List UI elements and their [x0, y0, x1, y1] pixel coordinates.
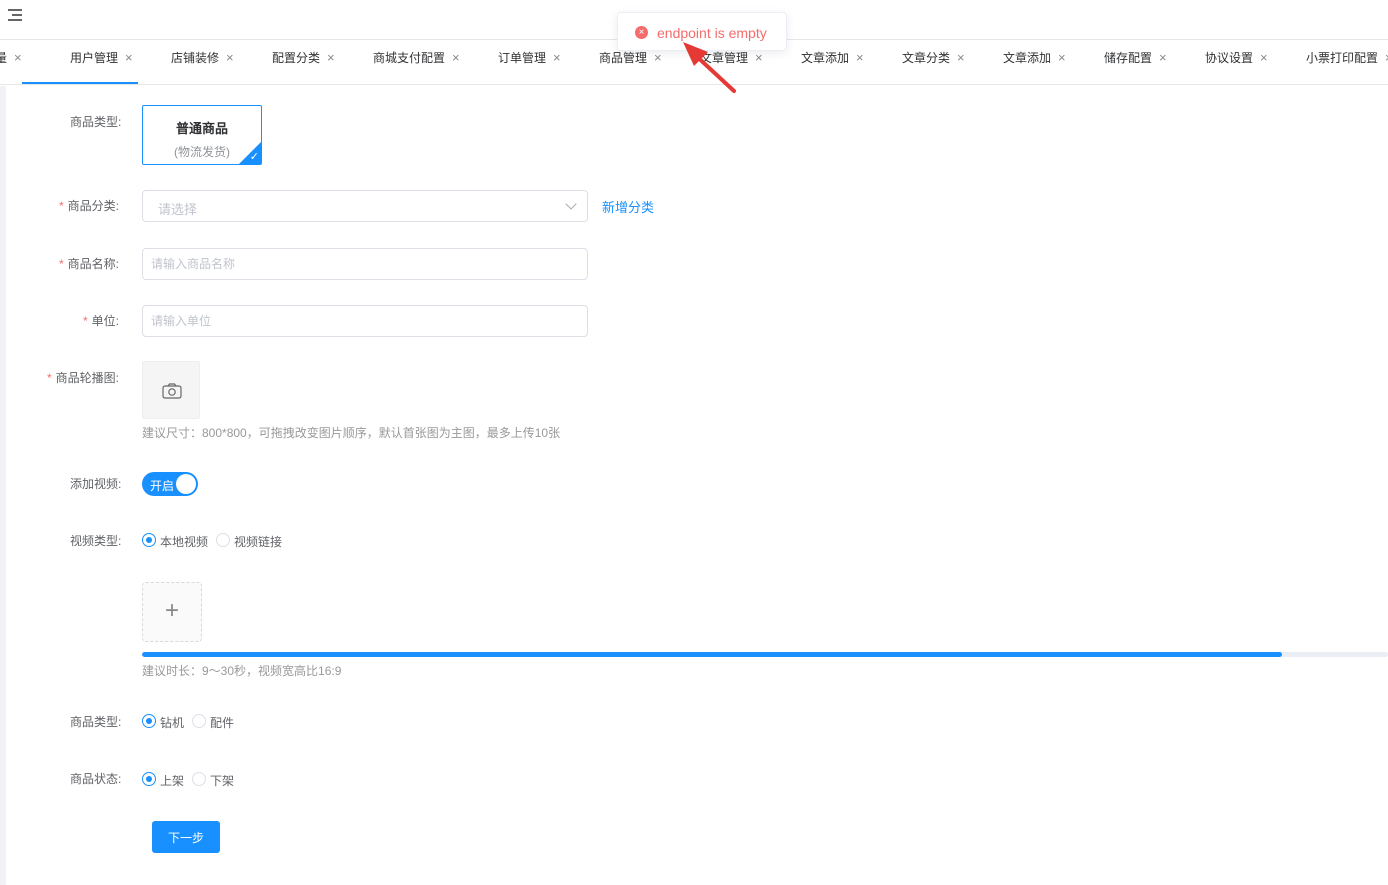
radio-dot: [142, 533, 156, 547]
product-type-label: 商品类型:: [70, 115, 122, 129]
tab-label: 小票打印配置: [1306, 51, 1379, 65]
error-toast: × endpoint is empty: [617, 12, 787, 51]
close-icon[interactable]: ×: [452, 40, 460, 76]
video-upload-progress: [142, 652, 1388, 657]
radio-label: 视频链接: [234, 535, 283, 549]
product-type-card-normal[interactable]: 普通商品 (物流发货) ✓: [142, 105, 262, 165]
tab-storage-config[interactable]: 储存配置 ×: [1104, 40, 1167, 84]
unit-label: * 单位:: [83, 312, 119, 329]
tab-user-management[interactable]: 用户管理 ×: [70, 40, 133, 84]
tab-receipt-print-config[interactable]: 小票打印配置×: [1306, 40, 1388, 84]
radio-video-link[interactable]: 视频链接: [216, 532, 286, 549]
name-label-text: 商品名称:: [67, 257, 120, 271]
radio-label: 下架: [210, 774, 235, 788]
close-icon[interactable]: ×: [553, 40, 561, 76]
tab-label: 协议设置: [1205, 51, 1254, 65]
tab-agreement-settings[interactable]: 协议设置 ×: [1205, 40, 1268, 84]
tab-label: 量: [0, 51, 7, 65]
unit-label-text: 单位:: [91, 314, 120, 328]
product-name-input[interactable]: [142, 248, 588, 280]
radio-off-shelf[interactable]: 下架: [192, 771, 238, 788]
name-label: * 商品名称:: [59, 255, 119, 272]
camera-icon: [162, 383, 182, 399]
tab-shop-decoration[interactable]: 店铺装修 ×: [171, 40, 234, 84]
status-label: 商品状态:: [70, 772, 122, 786]
tab-config-category[interactable]: 配置分类 ×: [272, 40, 335, 84]
switch-knob: [176, 474, 196, 494]
toast-message: endpoint is empty: [657, 25, 767, 41]
tab-payment-config[interactable]: 商城支付配置 ×: [373, 40, 460, 84]
tab-article-add-2[interactable]: 文章添加 ×: [1003, 40, 1066, 84]
close-icon[interactable]: ×: [957, 40, 965, 76]
tab-label: 文章分类: [902, 51, 951, 65]
left-edge: [0, 86, 6, 885]
plus-icon: +: [164, 597, 179, 624]
close-icon[interactable]: ×: [1058, 40, 1066, 76]
radio-label: 本地视频: [160, 535, 209, 549]
product-kind-label: 商品类型:: [70, 715, 122, 729]
close-icon[interactable]: ×: [856, 40, 864, 76]
add-video-label: 添加视频:: [70, 477, 122, 491]
carousel-label-text: 商品轮播图:: [55, 371, 120, 385]
add-category-link[interactable]: 新增分类: [602, 197, 654, 216]
category-select[interactable]: 请选择: [142, 190, 588, 222]
radio-dot: [142, 772, 156, 786]
video-tip: 建议时长：9～30秒，视频宽高比16:9: [142, 664, 342, 678]
type-card-title: 普通商品: [175, 121, 228, 136]
close-icon[interactable]: ×: [327, 40, 335, 76]
tab-label: 用户管理: [70, 51, 119, 65]
radio-label: 上架: [160, 774, 185, 788]
category-label: * 商品分类:: [59, 197, 119, 214]
radio-label: 配件: [210, 716, 235, 730]
active-tab-indicator: [22, 82, 138, 84]
video-type-label: 视频类型:: [70, 534, 122, 548]
tab-label: 文章管理: [700, 51, 749, 65]
close-icon[interactable]: ×: [226, 40, 234, 76]
tab-article-category[interactable]: 文章分类 ×: [902, 40, 965, 84]
tab-label: 店铺装修: [171, 51, 220, 65]
required-mark: *: [47, 371, 52, 385]
radio-dot: [192, 714, 206, 728]
progress-fill: [142, 652, 1283, 657]
carousel-tip: 建议尺寸：800*800，可拖拽改变图片顺序，默认首张图为主图，最多上传10张: [142, 426, 561, 440]
required-mark: *: [59, 257, 64, 271]
check-icon: ✓: [249, 151, 259, 163]
close-icon[interactable]: ×: [125, 40, 133, 76]
radio-dot: [192, 772, 206, 786]
tab-label: 订单管理: [498, 51, 547, 65]
radio-accessory[interactable]: 配件: [192, 713, 238, 730]
category-select-placeholder: 请选择: [158, 202, 198, 217]
radio-dot: [142, 714, 156, 728]
tab-label: 商品管理: [599, 51, 648, 65]
add-video-switch[interactable]: 开启: [142, 472, 198, 496]
unit-input[interactable]: [142, 305, 588, 337]
required-mark: *: [59, 199, 64, 213]
radio-on-shelf[interactable]: 上架: [142, 771, 188, 788]
radio-label: 钻机: [160, 716, 185, 730]
tab-item[interactable]: 量×: [0, 40, 22, 84]
category-label-text: 商品分类:: [67, 199, 120, 213]
menu-toggle-icon[interactable]: [8, 8, 24, 22]
tab-label: 储存配置: [1104, 51, 1153, 65]
video-upload-button[interactable]: +: [142, 582, 202, 642]
tab-label: 商城支付配置: [373, 51, 446, 65]
close-icon[interactable]: ×: [14, 40, 22, 76]
next-step-button[interactable]: 下一步: [152, 821, 220, 853]
tab-label: 文章添加: [1003, 51, 1052, 65]
tab-article-add[interactable]: 文章添加 ×: [801, 40, 864, 84]
chevron-down-icon: [565, 198, 577, 210]
carousel-upload-button[interactable]: [142, 361, 200, 419]
radio-local-video[interactable]: 本地视频: [142, 532, 212, 549]
tab-label: 配置分类: [272, 51, 321, 65]
carousel-label: * 商品轮播图:: [47, 369, 119, 386]
radio-drill[interactable]: 钻机: [142, 713, 188, 730]
radio-dot: [216, 533, 230, 547]
close-icon[interactable]: ×: [1159, 40, 1167, 76]
tab-order-management[interactable]: 订单管理 ×: [498, 40, 561, 84]
required-mark: *: [83, 314, 88, 328]
tab-label: 文章添加: [801, 51, 850, 65]
error-icon: ×: [635, 26, 648, 39]
switch-text: 开启: [150, 479, 175, 493]
close-icon[interactable]: ×: [1260, 40, 1268, 76]
